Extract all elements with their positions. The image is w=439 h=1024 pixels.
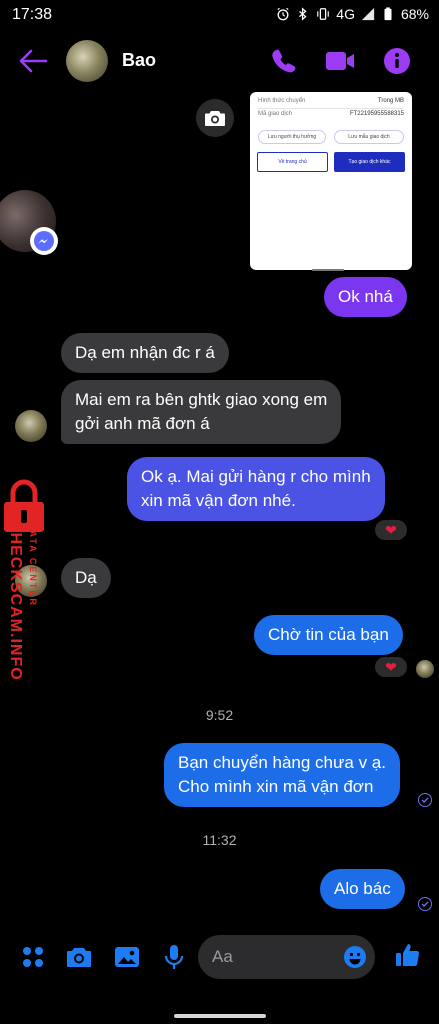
image-pill-save-payee: Lưu người thụ hưởng [258,130,326,144]
gallery-icon[interactable] [114,944,140,970]
delivered-check-icon [418,897,432,911]
image-row-transfer-type: Hình thức chuyển Trong MB [258,98,404,104]
message-bubble-outgoing[interactable]: Alo bác [320,869,405,909]
message-bubble-incoming[interactable]: Dạ [61,558,111,598]
status-icons: 4G 68% [276,6,429,22]
contact-avatar[interactable] [66,40,108,82]
reaction-heart[interactable]: ❤ [373,518,409,542]
info-icon[interactable] [381,46,413,76]
image-button-new-transaction: Tạo giao dịch khác [334,152,405,172]
battery-percent: 68% [400,6,429,22]
back-arrow-icon[interactable] [18,48,48,74]
alarm-icon [277,7,289,21]
battery-icon [384,7,392,21]
bluetooth-icon [299,7,307,21]
message-bubble-incoming[interactable]: Mai em ra bên ghtk giao xong em gởi anh … [61,380,342,444]
timestamp: 9:52 [205,707,234,723]
message-input-box[interactable] [198,935,375,979]
image-button-home: Về trang chủ [257,152,328,172]
gesture-nav-bar[interactable] [174,1014,266,1018]
messenger-badge [30,227,58,255]
chat-header: Bao [0,36,439,88]
message-input[interactable] [212,945,332,969]
message-bubble-incoming[interactable]: Dạ em nhận đc r á [61,333,229,373]
seen-avatar [416,660,434,678]
watermark-subtitle: DATA CENTER [28,522,38,607]
network-type: 4G [336,6,355,22]
status-time: 17:38 [12,6,53,23]
camera-button[interactable] [196,99,234,137]
watermark-brand: CHECKSCAM.INFO [7,520,24,681]
delivered-check-icon [418,793,432,807]
camera-icon[interactable] [66,944,92,970]
contact-name[interactable]: Bao [122,50,156,71]
message-bubble-outgoing[interactable]: Ok nhá [324,277,407,317]
timestamp: 11:32 [202,832,237,848]
image-row-transaction-id: Mã giao dịch FT22195955588315 [258,111,404,117]
microphone-icon[interactable] [161,944,187,970]
messenger-icon [34,231,54,251]
reaction-heart[interactable]: ❤ [373,655,409,679]
more-actions-icon[interactable] [20,944,46,970]
camera-icon [205,111,225,126]
image-divider [258,108,404,109]
emoji-icon[interactable] [343,945,367,969]
vibrate-icon [317,8,330,20]
image-handle [312,269,344,271]
image-pill-save-template: Lưu mẫu giao dịch [334,130,404,144]
status-bar: 17:38 4G 68% [0,0,439,32]
message-composer [0,930,439,986]
phone-icon[interactable] [268,46,300,76]
message-bubble-outgoing[interactable]: Bạn chuyển hàng chưa v ạ. Cho mình xin m… [164,743,400,807]
sender-avatar[interactable] [15,410,47,442]
message-bubble-outgoing[interactable]: Chờ tin của bạn [254,615,403,655]
thumbs-up-icon[interactable] [395,942,421,968]
image-message[interactable]: Hình thức chuyển Trong MB Mã giao dịch F… [250,92,412,270]
message-bubble-outgoing[interactable]: Ok ạ. Mai gửi hàng r cho mình xin mã vận… [127,457,385,521]
signal-icon [361,7,375,21]
video-call-icon[interactable] [324,46,356,76]
